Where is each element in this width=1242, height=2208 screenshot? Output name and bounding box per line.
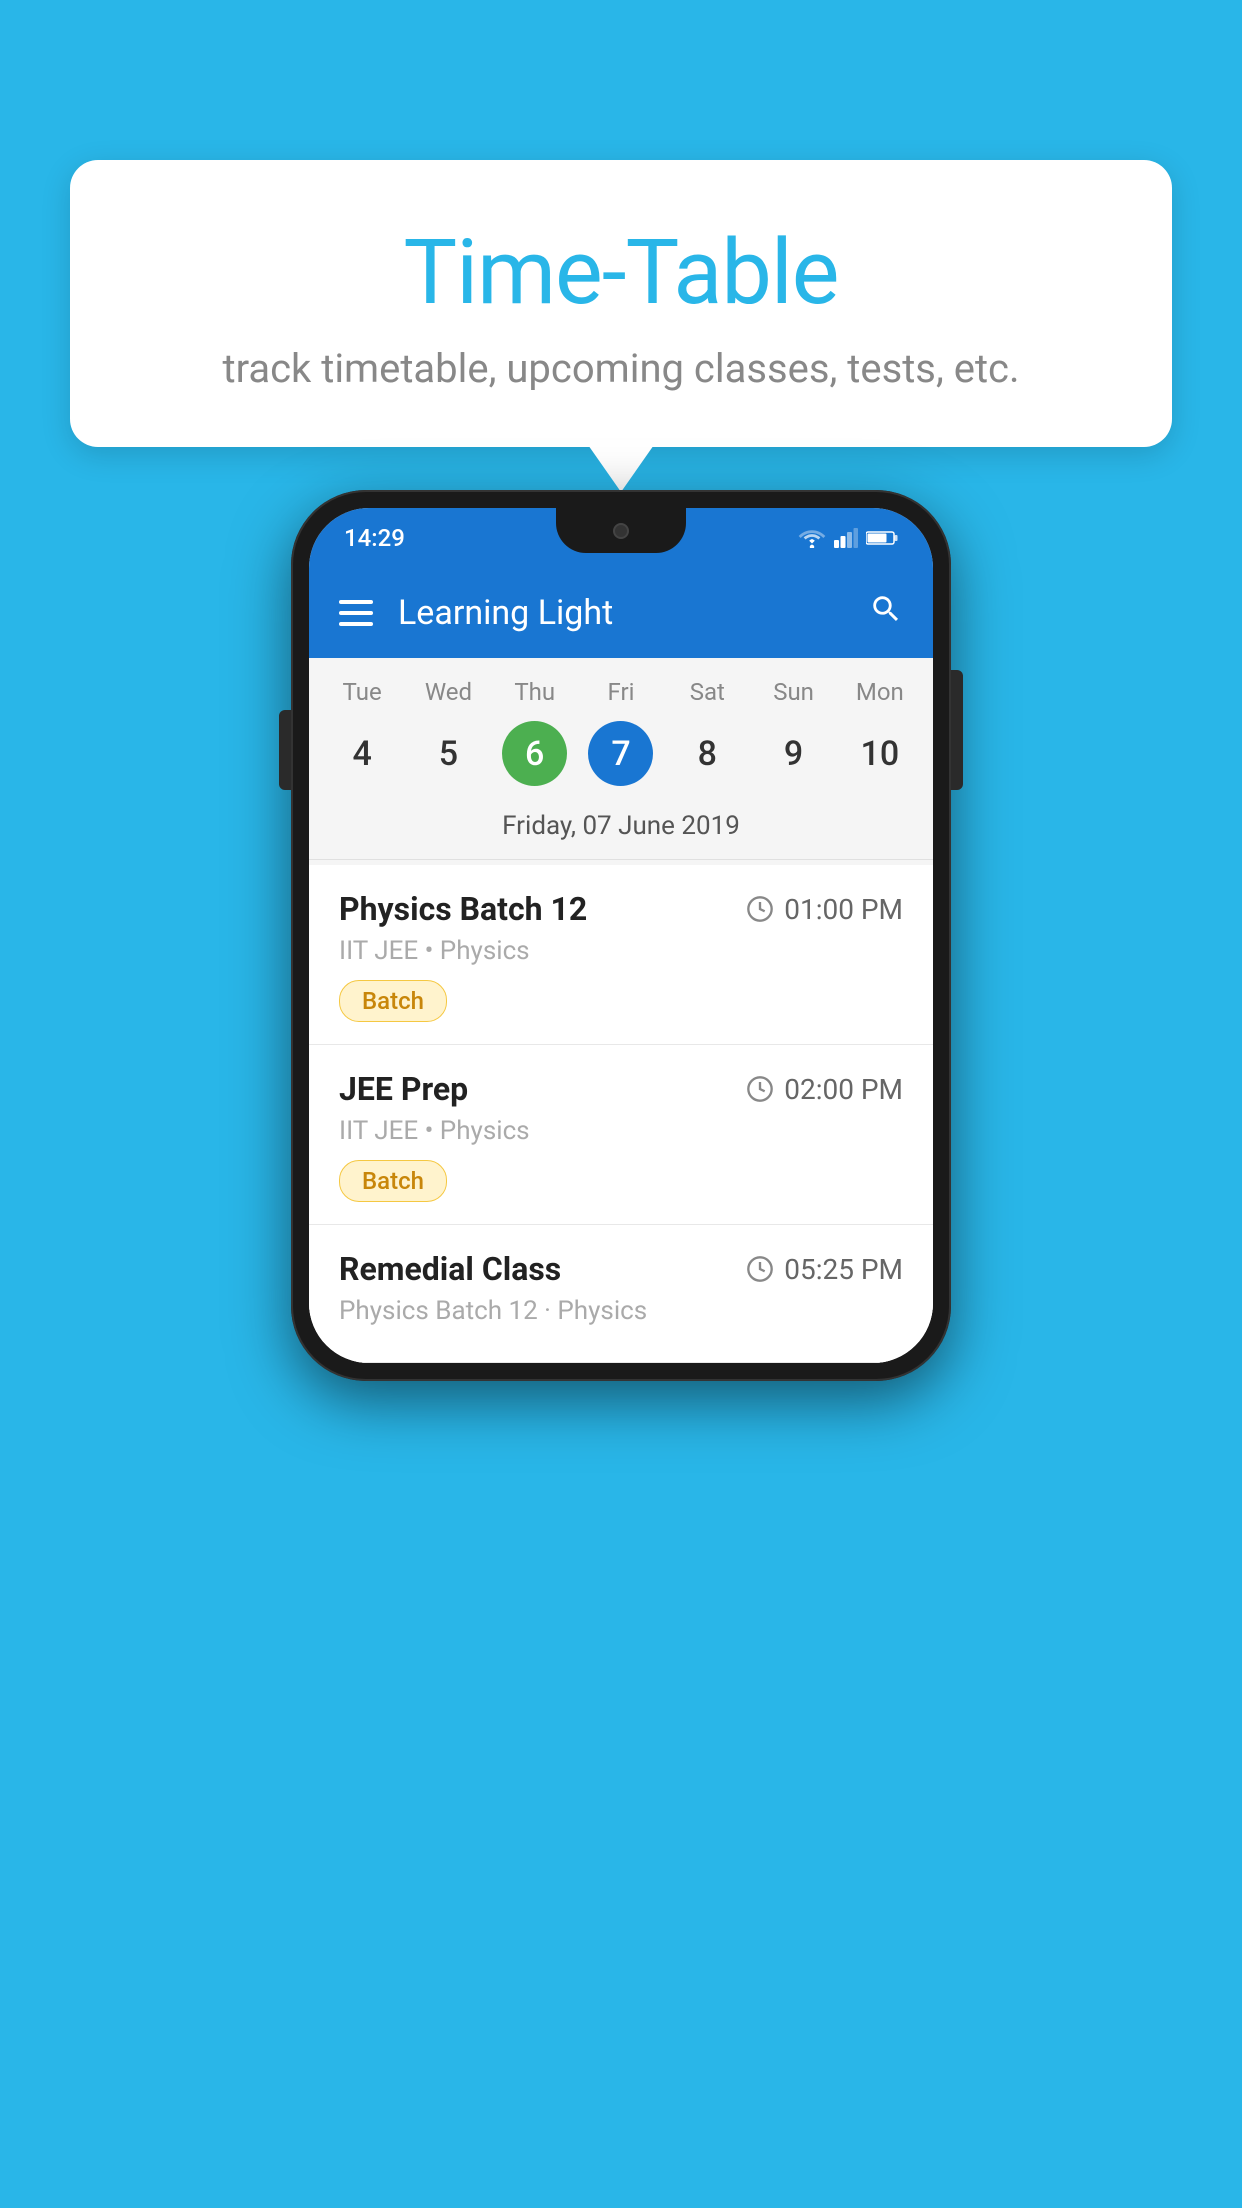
phone-mockup: 14:29 (291, 490, 951, 1381)
selected-date-label: Friday, 07 June 2019 (309, 801, 933, 860)
search-button[interactable] (869, 592, 903, 635)
schedule-item-1-time-label: 01:00 PM (784, 893, 903, 926)
date-10[interactable]: 10 (837, 721, 923, 786)
schedule-item-2-time-label: 02:00 PM (784, 1073, 903, 1106)
schedule-item-1-badge: Batch (339, 980, 447, 1022)
status-time: 14:29 (344, 524, 405, 552)
date-4[interactable]: 4 (319, 721, 405, 786)
hamburger-menu[interactable] (339, 600, 373, 626)
schedule-item-2-header: JEE Prep 02:00 PM (339, 1070, 903, 1108)
schedule-item-1[interactable]: Physics Batch 12 01:00 PM IIT JEE • Phys… (309, 865, 933, 1045)
schedule-item-3-title: Remedial Class (339, 1250, 561, 1288)
date-7-selected[interactable]: 7 (588, 721, 653, 786)
day-tue: Tue (319, 678, 405, 716)
clock-icon-3 (746, 1255, 774, 1283)
phone-outer: 14:29 (291, 490, 951, 1381)
schedule-item-3-subtitle: Physics Batch 12 · Physics (339, 1296, 903, 1326)
dates-row[interactable]: 4 5 6 7 8 9 10 (309, 716, 933, 801)
date-6-today[interactable]: 6 (502, 721, 567, 786)
schedule-item-2-subtitle: IIT JEE • Physics (339, 1116, 903, 1146)
date-8[interactable]: 8 (664, 721, 750, 786)
days-row: Tue Wed Thu Fri Sat Sun Mon (309, 678, 933, 716)
date-9[interactable]: 9 (750, 721, 836, 786)
notch (556, 508, 686, 553)
app-title: Learning Light (398, 593, 844, 633)
day-thu: Thu (492, 678, 578, 716)
schedule-item-1-subtitle: IIT JEE • Physics (339, 936, 903, 966)
bubble-subtitle: track timetable, upcoming classes, tests… (120, 345, 1122, 392)
day-sat: Sat (664, 678, 750, 716)
wifi-icon (798, 528, 826, 548)
status-icons (798, 528, 898, 548)
day-fri: Fri (578, 678, 664, 716)
schedule-item-2-title: JEE Prep (339, 1070, 468, 1108)
phone-screen: 14:29 (309, 508, 933, 1363)
schedule-item-1-title: Physics Batch 12 (339, 890, 587, 928)
clock-icon-1 (746, 895, 774, 923)
schedule-item-3[interactable]: Remedial Class 05:25 PM Physics Batch 12… (309, 1225, 933, 1363)
schedule-item-3-time: 05:25 PM (746, 1253, 903, 1286)
schedule-item-2[interactable]: JEE Prep 02:00 PM IIT JEE • Physics Batc… (309, 1045, 933, 1225)
signal-icon (834, 528, 858, 548)
day-wed: Wed (405, 678, 491, 716)
schedule-list: Physics Batch 12 01:00 PM IIT JEE • Phys… (309, 865, 933, 1363)
app-bar: Learning Light (309, 568, 933, 658)
calendar-strip: Tue Wed Thu Fri Sat Sun Mon 4 5 6 7 8 9 … (309, 658, 933, 865)
schedule-item-1-time: 01:00 PM (746, 893, 903, 926)
clock-icon-2 (746, 1075, 774, 1103)
day-sun: Sun (750, 678, 836, 716)
date-5[interactable]: 5 (405, 721, 491, 786)
battery-icon (866, 529, 898, 547)
schedule-item-2-badge: Batch (339, 1160, 447, 1202)
speech-bubble: Time-Table track timetable, upcoming cla… (70, 160, 1172, 447)
schedule-item-3-time-label: 05:25 PM (784, 1253, 903, 1286)
day-mon: Mon (837, 678, 923, 716)
status-bar: 14:29 (309, 508, 933, 568)
schedule-item-3-header: Remedial Class 05:25 PM (339, 1250, 903, 1288)
schedule-item-2-time: 02:00 PM (746, 1073, 903, 1106)
bubble-title: Time-Table (120, 220, 1122, 325)
schedule-item-1-header: Physics Batch 12 01:00 PM (339, 890, 903, 928)
camera (613, 523, 629, 539)
